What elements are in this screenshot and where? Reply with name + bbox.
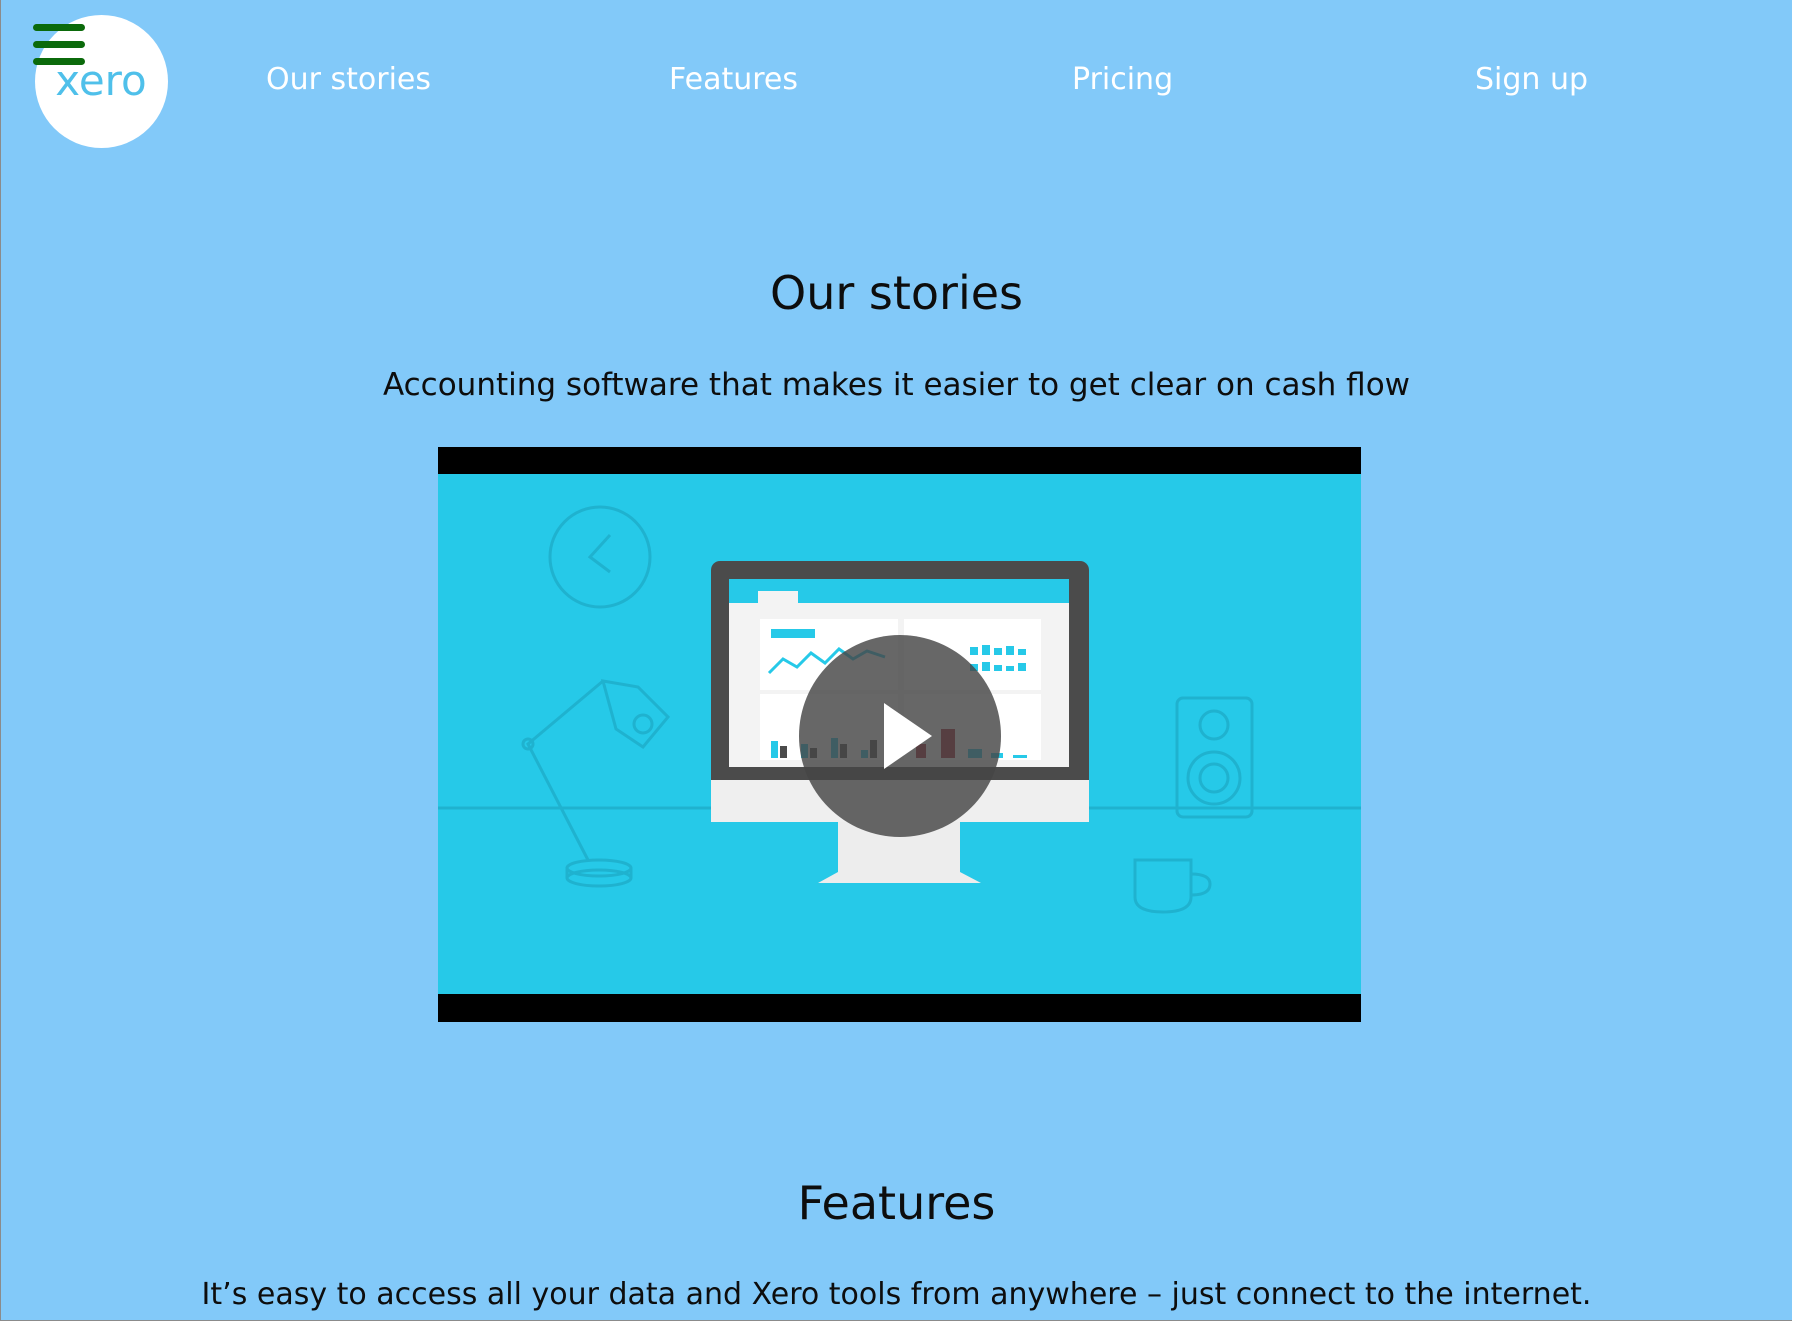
nav-pricing[interactable]: Pricing: [1072, 58, 1173, 102]
menu-bar-middle: [33, 41, 85, 48]
video-player[interactable]: [438, 447, 1361, 1022]
nav-our-stories[interactable]: Our stories: [266, 58, 431, 102]
nav-features[interactable]: Features: [669, 58, 798, 102]
menu-bar-top: [33, 24, 85, 31]
hamburger-menu-icon[interactable]: [33, 24, 85, 66]
menu-bar-bottom: [33, 58, 85, 65]
nav-sign-up[interactable]: Sign up: [1475, 58, 1588, 102]
features-subtitle: It’s easy to access all your data and Xe…: [201, 1277, 1592, 1312]
page: xero Our stories Features Pricing Sign u…: [0, 0, 1792, 1321]
video-thumbnail: [438, 474, 1361, 994]
features-title: Features: [797, 1176, 996, 1230]
play-icon: [799, 635, 1001, 837]
stories-title: Our stories: [770, 266, 1023, 320]
stories-subtitle: Accounting software that makes it easier…: [382, 367, 1411, 403]
